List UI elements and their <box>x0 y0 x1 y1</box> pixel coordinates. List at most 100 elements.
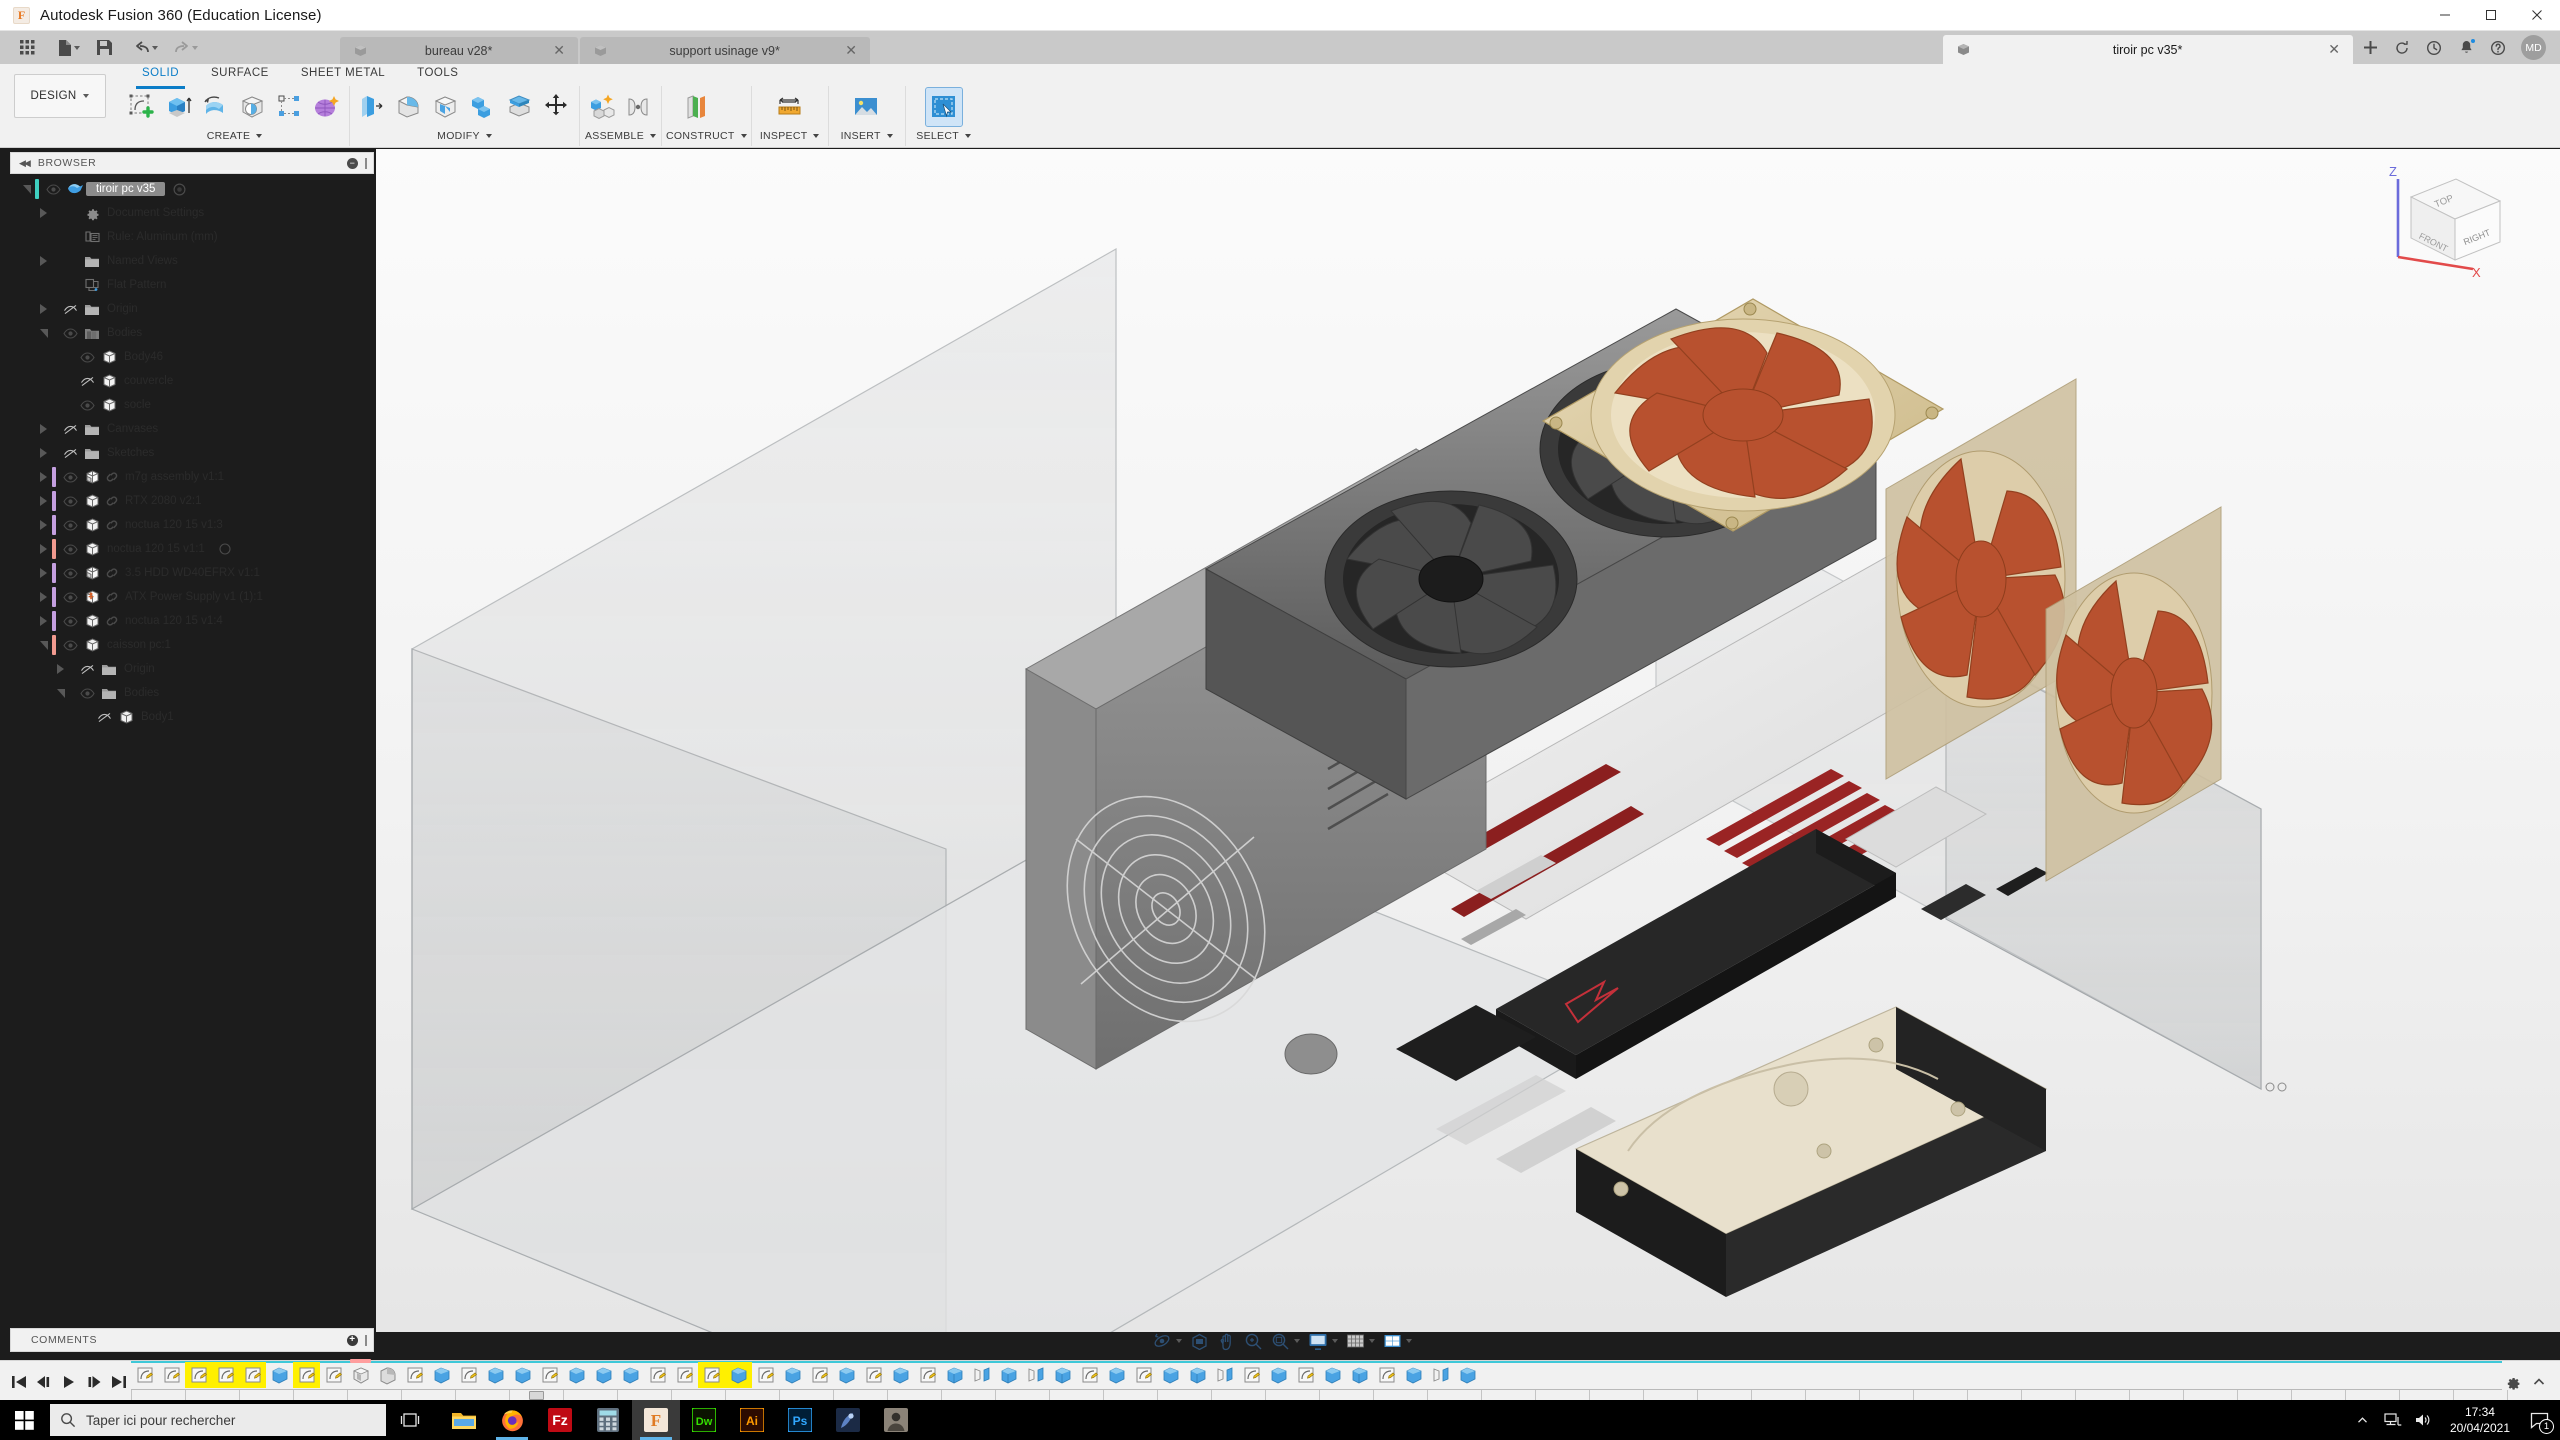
timeline-feature[interactable] <box>1184 1362 1211 1388</box>
move-copy-button[interactable] <box>539 88 575 126</box>
visibility-off-icon[interactable] <box>93 712 115 723</box>
document-tab-bureau[interactable]: bureau v28* ✕ <box>340 37 578 64</box>
workspace-switcher-button[interactable]: DESIGN <box>14 74 106 118</box>
tree-item-named-views[interactable]: Named Views <box>10 249 374 273</box>
new-document-button[interactable] <box>49 34 89 61</box>
timeline-feature[interactable] <box>1076 1362 1103 1388</box>
tree-item-caisson-pc-1[interactable]: caisson pc:1 <box>10 633 374 657</box>
visibility-off-icon[interactable] <box>76 376 98 387</box>
timeline-step-back-button[interactable] <box>32 1369 56 1395</box>
taskbar-app-calculator[interactable] <box>584 1400 632 1440</box>
visibility-on-icon[interactable] <box>59 328 81 339</box>
timeline-feature[interactable] <box>239 1362 266 1388</box>
view-cube[interactable]: Z X TOP FRONT RIGHT <box>2378 157 2518 279</box>
tree-item-rtx-2080-v2-1[interactable]: RTX 2080 v2:1 <box>10 489 374 513</box>
taskbar-app-file-explorer[interactable] <box>440 1400 488 1440</box>
speaker-icon[interactable] <box>2408 1400 2438 1440</box>
close-icon[interactable]: ✕ <box>842 42 860 59</box>
timeline-feature[interactable] <box>887 1362 914 1388</box>
timeline-feature[interactable] <box>1373 1362 1400 1388</box>
timeline-feature[interactable] <box>455 1362 482 1388</box>
timeline-feature[interactable] <box>1427 1362 1454 1388</box>
fit-button[interactable] <box>1268 1330 1303 1352</box>
visibility-off-icon[interactable] <box>59 424 81 435</box>
taskbar-app-fusion360[interactable]: F <box>632 1400 680 1440</box>
tab-tools[interactable]: TOOLS <box>401 64 474 86</box>
select-tool-button[interactable] <box>926 88 962 126</box>
revolve-button[interactable] <box>198 88 234 126</box>
expand-arrow-icon[interactable] <box>35 472 52 482</box>
timeline-feature[interactable] <box>1292 1362 1319 1388</box>
combine-button[interactable] <box>465 88 501 126</box>
timeline-feature[interactable] <box>428 1362 455 1388</box>
extrude-button[interactable] <box>161 88 197 126</box>
timeline-feature[interactable] <box>185 1362 212 1388</box>
timeline-feature[interactable] <box>1130 1362 1157 1388</box>
expand-arrow-icon[interactable] <box>35 424 52 434</box>
visibility-on-icon[interactable] <box>59 616 81 627</box>
timeline-feature[interactable] <box>536 1362 563 1388</box>
press-pull-button[interactable] <box>354 88 390 126</box>
expand-arrow-icon[interactable] <box>35 208 52 218</box>
chevron-down-icon[interactable] <box>813 134 819 138</box>
tree-item-origin[interactable]: Origin <box>10 297 374 321</box>
timeline-go-end-button[interactable] <box>107 1369 131 1395</box>
timeline-feature[interactable] <box>212 1362 239 1388</box>
tree-item-noctua-120-15-v1-4[interactable]: noctua 120 15 v1:4 <box>10 609 374 633</box>
create-form-button[interactable] <box>309 88 345 126</box>
visibility-off-icon[interactable] <box>59 304 81 315</box>
timeline-feature[interactable] <box>1157 1362 1184 1388</box>
collapse-arrow-icon[interactable] <box>18 185 35 194</box>
taskbar-app-firefox[interactable] <box>488 1400 536 1440</box>
panel-grip[interactable] <box>365 1335 367 1346</box>
new-tab-button[interactable] <box>2355 34 2385 61</box>
visibility-on-icon[interactable] <box>76 688 98 699</box>
app-grid-button[interactable] <box>12 34 42 61</box>
panel-grip[interactable] <box>365 158 367 169</box>
timeline-feature[interactable] <box>833 1362 860 1388</box>
tree-item-body46[interactable]: Body46 <box>10 345 374 369</box>
tree-item-m7g-assembly-v1-1[interactable]: m7g assembly v1:1 <box>10 465 374 489</box>
timeline-feature[interactable] <box>617 1362 644 1388</box>
timeline-feature[interactable] <box>779 1362 806 1388</box>
timeline-expand-button[interactable] <box>2528 1370 2550 1394</box>
timeline-settings-button[interactable] <box>2502 1370 2524 1394</box>
timeline-feature[interactable] <box>347 1362 374 1388</box>
tree-item-canvases[interactable]: Canvases <box>10 417 374 441</box>
chevron-down-icon[interactable] <box>1406 1339 1412 1343</box>
expand-arrow-icon[interactable] <box>35 544 52 554</box>
tree-item-noctua-120-15-v1-1[interactable]: noctua 120 15 v1:1 <box>10 537 374 561</box>
timeline-feature[interactable] <box>1346 1362 1373 1388</box>
expand-arrow-icon[interactable] <box>35 256 52 266</box>
chevron-down-icon[interactable] <box>1176 1339 1182 1343</box>
tree-item-atx-power-supply-v1-1-1[interactable]: ATX Power Supply v1 (1):1 <box>10 585 374 609</box>
tree-item-bodies[interactable]: Bodies <box>10 321 374 345</box>
timeline-track[interactable] <box>131 1361 2502 1403</box>
timeline-feature[interactable] <box>1319 1362 1346 1388</box>
plus-circle-icon[interactable]: + <box>347 1335 358 1346</box>
timeline-feature[interactable] <box>1454 1362 1481 1388</box>
taskbar-search-input[interactable]: Taper ici pour rechercher <box>50 1404 386 1436</box>
tree-item-3-5-hdd-wd40efrx-v1-1[interactable]: 3.5 HDD WD40EFRX v1:1 <box>10 561 374 585</box>
redo-button[interactable] <box>166 34 206 61</box>
tree-item-tiroir-pc-v35[interactable]: tiroir pc v35 <box>10 177 374 201</box>
expand-arrow-icon[interactable] <box>35 592 52 602</box>
visibility-on-icon[interactable] <box>42 184 64 195</box>
taskbar-app-game-2[interactable] <box>872 1400 920 1440</box>
timeline-feature[interactable] <box>1265 1362 1292 1388</box>
viewports-button[interactable] <box>1380 1330 1415 1352</box>
close-icon[interactable]: ✕ <box>2325 41 2343 58</box>
minus-circle-icon[interactable]: − <box>347 158 358 169</box>
flange-button[interactable] <box>272 88 308 126</box>
tree-item-sketches[interactable]: Sketches <box>10 441 374 465</box>
timeline-feature[interactable] <box>860 1362 887 1388</box>
timeline-feature[interactable] <box>995 1362 1022 1388</box>
fillet-button[interactable] <box>391 88 427 126</box>
pan-button[interactable] <box>1214 1330 1239 1352</box>
expand-arrow-icon[interactable] <box>35 448 52 458</box>
visibility-on-icon[interactable] <box>59 496 81 507</box>
create-sketch-button[interactable] <box>124 88 160 126</box>
taskbar-app-game-1[interactable] <box>824 1400 872 1440</box>
task-view-button[interactable] <box>386 1400 434 1440</box>
close-button[interactable] <box>2514 0 2560 31</box>
